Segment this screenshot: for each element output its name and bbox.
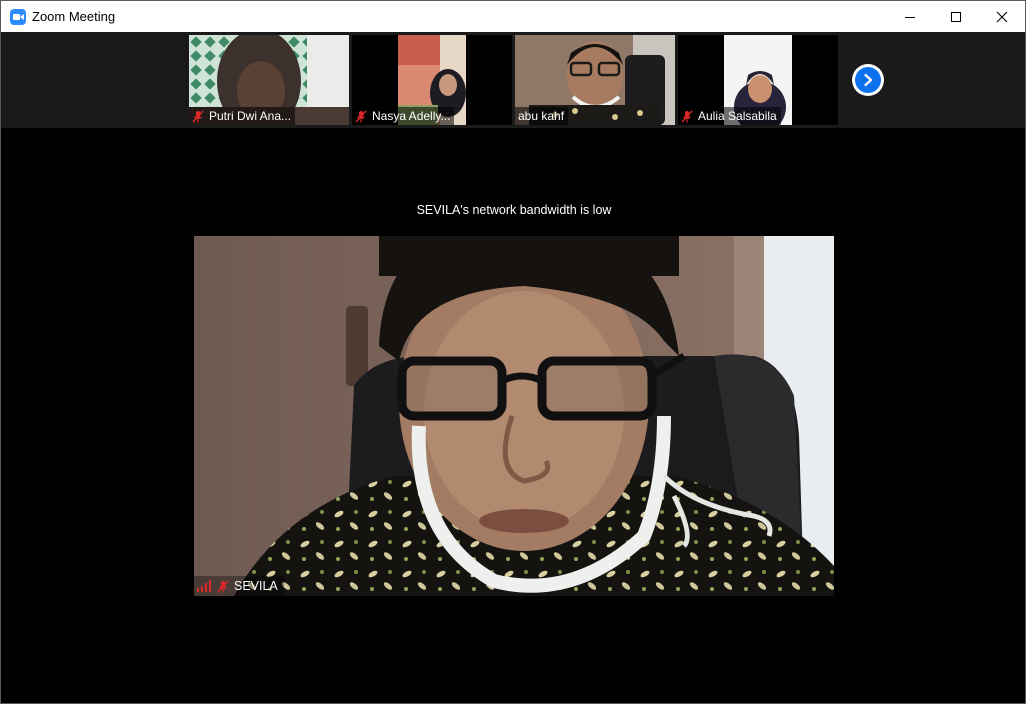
zoom-meeting-window: Zoom Meeting Putri Dwi Ana... Nasya Adel… — [0, 0, 1026, 704]
participant-label: Aulia Salsabila — [678, 107, 781, 125]
participant-label: Nasya Adelly... — [352, 107, 455, 125]
mic-muted-icon — [217, 580, 229, 592]
participant-tile[interactable]: Nasya Adelly... — [352, 35, 512, 125]
zoom-camera-icon — [10, 8, 26, 25]
participant-label: Putri Dwi Ana... — [189, 107, 296, 125]
minimize-icon — [905, 16, 915, 18]
mic-muted-icon — [192, 110, 204, 122]
maximize-button[interactable] — [933, 1, 979, 32]
participant-tile[interactable]: abu kahf — [515, 35, 675, 125]
window-controls — [887, 1, 1025, 32]
participant-name: Putri Dwi Ana... — [209, 109, 292, 123]
bandwidth-warning: SEVILA's network bandwidth is low — [416, 203, 612, 217]
participant-strip: Putri Dwi Ana... Nasya Adelly... abu kah… — [1, 32, 1025, 128]
title-bar: Zoom Meeting — [1, 1, 1025, 32]
active-speaker-name: SEVILA — [234, 579, 278, 593]
participant-name: Aulia Salsabila — [698, 109, 777, 123]
maximize-icon — [951, 11, 961, 22]
participant-tile[interactable]: Putri Dwi Ana... — [189, 35, 349, 125]
close-icon — [996, 11, 1008, 22]
close-button[interactable] — [979, 1, 1025, 32]
next-page-button[interactable] — [852, 64, 884, 96]
participant-tile[interactable]: Aulia Salsabila — [678, 35, 838, 125]
chevron-right-icon — [864, 73, 873, 87]
participant-name: abu kahf — [518, 109, 565, 123]
minimize-button[interactable] — [887, 1, 933, 32]
mic-muted-icon — [355, 110, 367, 122]
active-speaker-label: SEVILA — [194, 576, 284, 596]
participant-label: abu kahf — [515, 107, 569, 125]
speaker-video-frame — [194, 236, 834, 596]
active-speaker-video[interactable]: SEVILA — [194, 236, 834, 596]
window-title: Zoom Meeting — [32, 9, 116, 24]
mic-muted-icon — [681, 110, 693, 122]
weak-signal-icon — [197, 580, 211, 592]
participant-name: Nasya Adelly... — [372, 109, 451, 123]
